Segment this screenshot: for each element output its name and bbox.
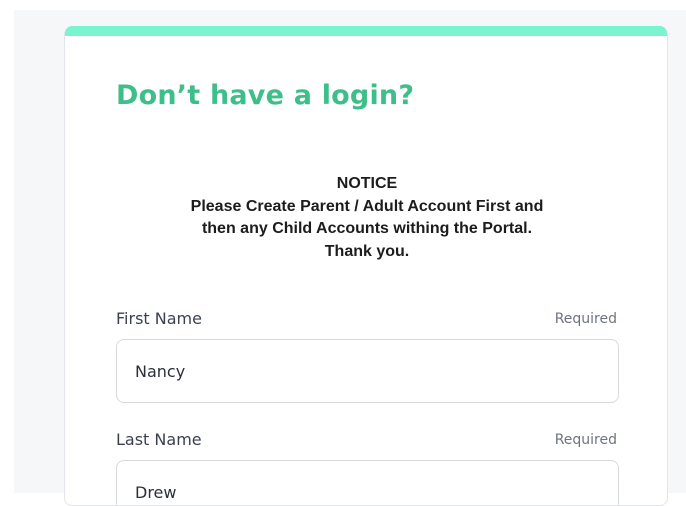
last-name-required-label: Required [554, 432, 617, 448]
notice-block: NOTICE Please Create Parent / Adult Acco… [65, 173, 667, 263]
notice-heading: NOTICE [336, 175, 398, 192]
notice-line: then any Child Accounts withing the Port… [201, 220, 533, 237]
first-name-label: First Name [116, 309, 202, 328]
card-accent-bar [65, 26, 667, 36]
signup-card: Don’t have a login? NOTICE Please Create… [64, 26, 668, 506]
last-name-label: Last Name [116, 430, 202, 449]
first-name-required-label: Required [554, 311, 617, 327]
first-name-field[interactable] [116, 339, 619, 403]
notice-line: Please Create Parent / Adult Account Fir… [190, 197, 544, 215]
notice-line: Thank you. [324, 242, 410, 260]
last-name-field[interactable] [116, 460, 619, 505]
card-title: Don’t have a login? [116, 80, 415, 111]
